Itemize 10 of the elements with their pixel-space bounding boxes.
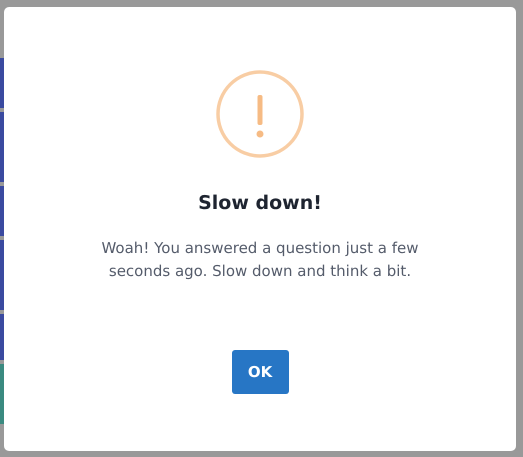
page-strip [0,58,4,108]
warning-icon [216,70,304,158]
dialog-message: Woah! You answered a question just a few seconds ago. Slow down and think a bit. [100,238,420,282]
page-strip [0,186,4,236]
page-strip [0,314,4,360]
page-strip [0,364,4,424]
dialog-title: Slow down! [198,192,322,214]
ok-button[interactable]: OK [232,350,288,394]
page-strip [0,240,4,310]
page-strip [0,112,4,182]
